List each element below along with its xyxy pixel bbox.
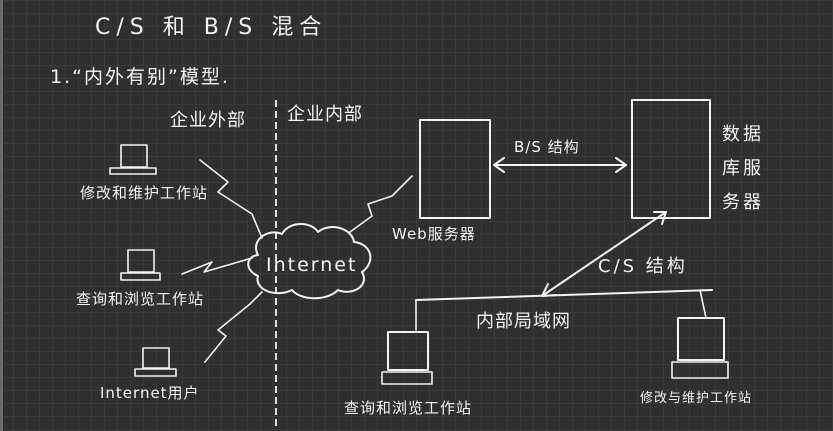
zone-outside-label: 企业外部	[170, 110, 246, 131]
diagram: C/S 和 B/S 混合 1.“内外有别”模型. 企业外部 企业内部 修改和维护…	[50, 15, 764, 428]
lan-backbone: 内部局域网	[415, 289, 713, 332]
keyboard-icon	[120, 272, 161, 281]
cs-arrow-line	[541, 211, 667, 297]
lan-line	[415, 289, 713, 301]
monitor-icon	[387, 331, 429, 371]
internet-cloud: Internet	[247, 223, 372, 300]
web-server-label: Web服务器	[392, 225, 476, 243]
keyboard-icon	[134, 368, 177, 377]
link-ext2-internet	[181, 257, 253, 275]
keyboard-icon	[381, 371, 433, 385]
monitor-icon	[120, 144, 148, 168]
server-icon	[631, 99, 711, 219]
cloud-label: Internet	[266, 254, 357, 276]
monitor-icon	[127, 249, 155, 273]
link-internet-web	[349, 175, 413, 233]
external-workstation-internet-user: Internet用户	[100, 347, 200, 402]
database-server: 数据 库服 务器	[631, 99, 764, 219]
internal-workstation-maintenance: 修改与维护工作站	[640, 317, 752, 406]
external-workstation-query: 查询和浏览工作站	[76, 249, 204, 308]
external-workstation-label-3: Internet用户	[100, 384, 200, 402]
link-ext3-internet	[204, 291, 263, 363]
cs-connection: C/S 结构	[541, 211, 688, 297]
diagram-subtitle: 1.“内外有别”模型.	[50, 66, 230, 88]
link-ext1-internet	[199, 159, 263, 239]
bs-label: B/S 结构	[514, 138, 580, 156]
external-workstation-maintenance: 修改和维护工作站	[80, 144, 208, 202]
lan-label: 内部局域网	[476, 311, 571, 332]
lan-drop-right	[699, 289, 707, 319]
server-icon	[419, 119, 491, 219]
db-label-line-2: 库服	[722, 158, 764, 179]
cs-label: C/S 结构	[598, 256, 688, 277]
external-workstation-label-1: 修改和维护工作站	[80, 184, 208, 202]
diagram-title: C/S 和 B/S 混合	[95, 15, 327, 40]
zone-inside-label: 企业内部	[287, 104, 363, 125]
db-label-line-1: 数据	[722, 124, 764, 145]
internal-workstation-label-1: 查询和浏览工作站	[344, 399, 472, 417]
internal-workstation-label-2: 修改与维护工作站	[640, 391, 752, 406]
internal-workstation-query: 查询和浏览工作站	[344, 331, 472, 417]
bs-connection: B/S 结构	[493, 138, 627, 173]
monitor-icon	[142, 347, 170, 369]
keyboard-icon	[671, 361, 729, 379]
keyboard-icon	[109, 167, 157, 175]
db-label-line-3: 务器	[722, 192, 764, 213]
external-workstation-label-2: 查询和浏览工作站	[76, 290, 204, 308]
monitor-icon	[677, 317, 725, 361]
